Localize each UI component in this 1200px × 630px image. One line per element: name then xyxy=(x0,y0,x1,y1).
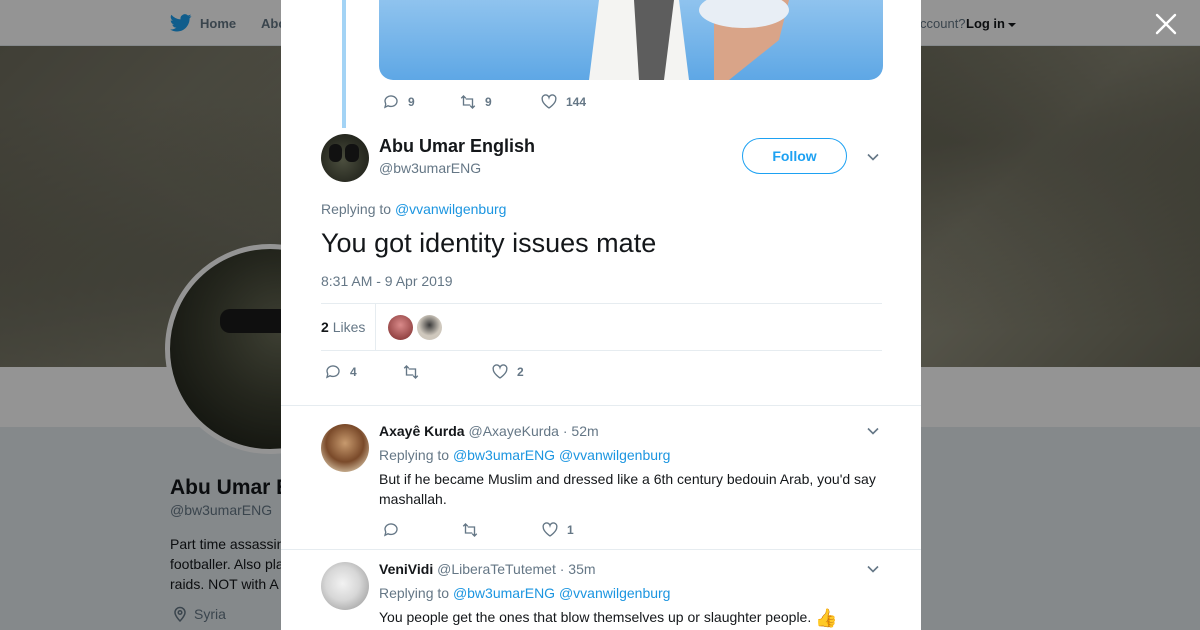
reply-action[interactable]: 9 xyxy=(382,93,459,111)
heart-icon xyxy=(542,522,558,537)
reply-count: 4 xyxy=(350,365,357,379)
replying-to-link[interactable]: @vvanwilgenburg xyxy=(559,447,671,463)
section-separator xyxy=(281,540,921,550)
likes-stat-label: Likes xyxy=(332,319,366,335)
replying-prefix: Replying to xyxy=(379,447,450,463)
replying-to-link[interactable]: @bw3umarENG xyxy=(453,447,555,463)
likes-stat[interactable]: 2 Likes xyxy=(321,319,365,335)
thumbs-up-emoji: 👍 xyxy=(815,608,838,629)
retweet-icon xyxy=(462,523,478,537)
close-icon[interactable] xyxy=(1154,12,1178,36)
chevron-down-icon[interactable] xyxy=(866,424,880,438)
like-count: 1 xyxy=(567,523,574,537)
reply-actions: 1 xyxy=(382,521,574,539)
liker-avatar[interactable] xyxy=(388,315,413,340)
reply-text: But if he became Muslim and dressed like… xyxy=(379,471,876,507)
like-action[interactable]: 144 xyxy=(540,93,586,111)
author-avatar[interactable] xyxy=(321,134,369,182)
replying-to-link[interactable]: @vvanwilgenburg xyxy=(395,201,507,217)
like-count: 144 xyxy=(566,95,587,109)
reply-time[interactable]: · 52m xyxy=(563,423,599,439)
replying-prefix: Replying to xyxy=(379,585,450,601)
reply-replying-to: Replying to @bw3umarENG @vvanwilgenburg xyxy=(379,447,670,463)
stats-divider xyxy=(375,304,376,351)
author-handle[interactable]: @bw3umarENG xyxy=(379,160,481,176)
reply-author-name[interactable]: VeniVidi xyxy=(379,561,433,577)
reply-icon xyxy=(383,95,398,109)
chevron-down-icon[interactable] xyxy=(866,562,880,576)
reply-header: VeniVidi @LiberaTeTutemet · 35m xyxy=(379,561,596,577)
replying-to: Replying to @vvanwilgenburg xyxy=(321,201,506,217)
likes-stat-count: 2 xyxy=(321,319,329,335)
replying-prefix: Replying to xyxy=(321,201,392,217)
reply-count: 9 xyxy=(408,95,415,109)
thread-connector xyxy=(342,0,346,128)
retweet-action[interactable] xyxy=(461,521,541,539)
replying-to-link[interactable]: @vvanwilgenburg xyxy=(559,585,671,601)
follow-button[interactable]: Follow xyxy=(742,138,847,174)
retweet-icon xyxy=(403,365,419,379)
reply-avatar[interactable] xyxy=(321,424,369,472)
heart-icon xyxy=(541,94,557,109)
retweet-count: 9 xyxy=(485,95,492,109)
reply-author-name[interactable]: Axayê Kurda xyxy=(379,423,465,439)
replying-to-link[interactable]: @bw3umarENG xyxy=(453,585,555,601)
reply-author-handle[interactable]: @AxayeKurda xyxy=(468,423,558,439)
reply-text: You people get the ones that blow themse… xyxy=(379,609,812,625)
author-name[interactable]: Abu Umar English xyxy=(379,136,535,157)
chevron-down-icon[interactable] xyxy=(866,150,880,164)
tweet-timestamp[interactable]: 8:31 AM - 9 Apr 2019 xyxy=(321,273,453,289)
retweet-action[interactable] xyxy=(402,363,491,381)
reply-icon xyxy=(325,365,340,379)
reply-replying-to: Replying to @bw3umarENG @vvanwilgenburg xyxy=(379,585,670,601)
reply-author-handle[interactable]: @LiberaTeTutemet xyxy=(437,561,556,577)
reply-header: Axayê Kurda @AxayeKurda · 52m xyxy=(379,423,599,439)
reply-text-container: You people get the ones that blow themse… xyxy=(379,607,889,628)
tweet-modal: 9 9 144 Abu Umar English @bw3umarENG Fol… xyxy=(281,0,921,630)
like-action[interactable]: 1 xyxy=(541,521,574,539)
reply-action[interactable] xyxy=(382,521,461,539)
section-separator xyxy=(281,396,921,406)
photo-figure xyxy=(589,0,789,80)
heart-icon xyxy=(492,364,508,379)
tweet-stats: 2 Likes xyxy=(321,303,882,351)
like-count: 2 xyxy=(517,365,524,379)
retweet-icon xyxy=(460,95,476,109)
reply-time[interactable]: · 35m xyxy=(560,561,596,577)
liker-avatar[interactable] xyxy=(417,315,442,340)
reply-icon xyxy=(383,523,398,537)
reply-avatar[interactable] xyxy=(321,562,369,610)
tweet-actions: 4 2 xyxy=(324,363,524,381)
retweet-action[interactable]: 9 xyxy=(459,93,540,111)
previous-tweet-image[interactable] xyxy=(379,0,883,80)
like-action[interactable]: 2 xyxy=(491,363,524,381)
previous-tweet-actions: 9 9 144 xyxy=(382,93,586,111)
tweet-text: You got identity issues mate xyxy=(321,228,657,258)
reply-action[interactable]: 4 xyxy=(324,363,402,381)
